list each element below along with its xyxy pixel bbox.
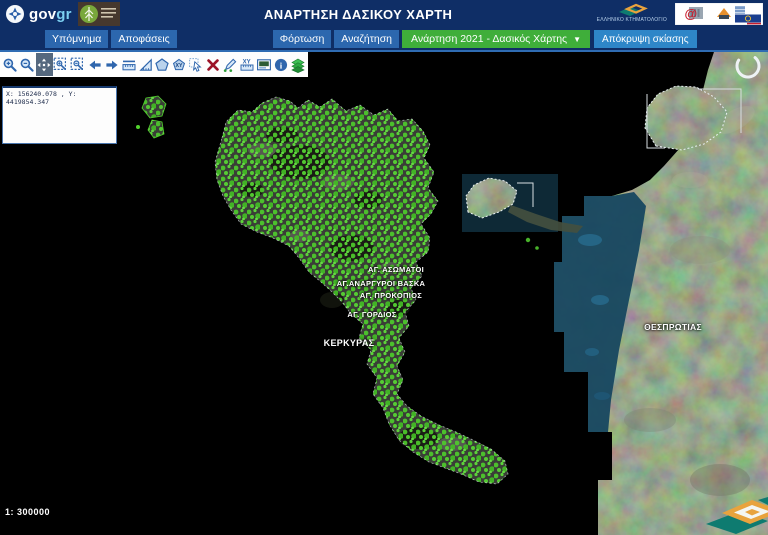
coordinate-readout: X: 156240.078 , Y: 4419854.347 <box>6 90 76 106</box>
zoom-window-out-icon <box>70 57 86 73</box>
zoom-window-in-button[interactable] <box>53 53 70 76</box>
layers-icon <box>290 57 306 73</box>
menu-search[interactable]: Αναζήτηση <box>334 30 399 48</box>
map-area: XY XY i X: 156240.078 , Y: 4419854.347 ΑΓ.… <box>0 52 768 535</box>
draw-polygon-xy-button[interactable]: XY <box>171 53 188 76</box>
measure-area-icon <box>138 57 154 73</box>
cadastre-diamond-icon <box>615 3 649 17</box>
select-features-icon <box>188 57 204 73</box>
draw-vertices-button[interactable] <box>222 53 239 76</box>
pan-button[interactable] <box>36 53 53 76</box>
draw-polygon-button[interactable] <box>154 53 171 76</box>
draw-polygon-xy-icon: XY <box>171 57 187 73</box>
next-extent-icon <box>104 57 120 73</box>
scale-readout: 1: 300000 <box>5 507 50 517</box>
place-label: ΑΓ. ΑΣΩΜΑΤΟΙ <box>368 265 424 274</box>
draw-vertices-icon <box>222 57 238 73</box>
zoom-window-in-icon <box>53 57 69 73</box>
zoom-window-out-button[interactable] <box>70 53 87 76</box>
menu-upload[interactable]: Φόρτωση <box>273 30 332 48</box>
delete-selection-button[interactable] <box>205 53 222 76</box>
svg-text:@: @ <box>685 6 698 21</box>
layer-dropdown-label: Ανάρτηση 2021 - Δασικός Χάρτης <box>411 33 567 45</box>
place-label: ΘΕΣΠΡΩΤΙΑΣ <box>644 322 702 332</box>
greek-emblem-icon <box>5 4 25 24</box>
svg-text:XY: XY <box>242 59 250 65</box>
page-title: ΑΝΑΡΤΗΣΗ ΔΑΣΙΚΟΥ ΧΑΡΤΗ <box>126 7 591 22</box>
previous-extent-icon <box>87 57 103 73</box>
print-map-icon <box>256 57 272 73</box>
hide-shading-button[interactable]: Απόκρυψη σκίασης <box>594 30 696 48</box>
forest-map-app: govgr ΑΝΑΡΤΗΣΗ ΔΑΣΙΚΟΥ ΧΑΡΤΗ ΕΛΛΗΝΙΚΟ ΚΤ… <box>0 0 768 535</box>
identify-info-button[interactable]: i <box>272 53 289 76</box>
place-label: ΑΓ. ΓΟΡΔΙΟΣ <box>347 310 396 319</box>
header-right-logos: ΕΛΛΗΝΙΚΟ ΚΤΗΜΑΤΟΛΟΓΙΟ @ <box>597 3 763 25</box>
menu-legend[interactable]: Υπόμνημα <box>45 30 108 48</box>
measure-area-button[interactable] <box>137 53 154 76</box>
brand-text: govgr <box>29 6 72 23</box>
print-map-button[interactable] <box>255 53 272 76</box>
cadastre-logo: ΕΛΛΗΝΙΚΟ ΚΤΗΜΑΤΟΛΟΓΙΟ <box>597 3 667 23</box>
delete-selection-icon <box>205 57 221 73</box>
ministry-logo <box>78 2 120 26</box>
menu-group-right: Ανάρτηση 2021 - Δασικός Χάρτης ▼ Απόκρυψ… <box>402 30 696 48</box>
identify-info-icon: i <box>273 57 289 73</box>
place-label: ΑΓ.ΑΝΑΡΓΥΡΟΙ ΒΑΣΚΑ <box>337 279 426 288</box>
coordinate-box: X: 156240.078 , Y: 4419854.347 <box>2 86 117 144</box>
zoom-in-button[interactable] <box>2 53 19 76</box>
menu-decisions[interactable]: Αποφάσεις <box>111 30 176 48</box>
place-label: ΑΓ. ΠΡΟΚΟΠΙΟΣ <box>360 291 422 300</box>
menu-bar: ΥπόμνημαΑποφάσεις ΦόρτωσηΑναζήτηση Ανάρτ… <box>0 28 768 52</box>
coordinates-xy-button[interactable]: XY <box>238 53 255 76</box>
coordinates-xy-icon: XY <box>239 57 255 73</box>
app-header: govgr ΑΝΑΡΤΗΣΗ ΔΑΣΙΚΟΥ ΧΑΡΤΗ ΕΛΛΗΝΙΚΟ ΚΤ… <box>0 0 768 28</box>
measure-distance-button[interactable] <box>120 53 137 76</box>
chevron-down-icon: ▼ <box>573 35 581 44</box>
select-features-button[interactable] <box>188 53 205 76</box>
previous-extent-button[interactable] <box>86 53 103 76</box>
zoom-out-icon <box>19 57 35 73</box>
map-toolbar: XY XY i <box>0 52 308 77</box>
measure-distance-icon <box>121 57 137 73</box>
cadastre-caption: ΕΛΛΗΝΙΚΟ ΚΤΗΜΑΤΟΛΟΓΙΟ <box>597 18 667 23</box>
svg-text:XY: XY <box>176 63 183 69</box>
funding-logos: @ <box>675 3 763 25</box>
zoom-in-icon <box>2 57 18 73</box>
menu-group-center: ΦόρτωσηΑναζήτηση <box>273 30 402 48</box>
govgr-logo[interactable]: govgr <box>5 4 72 24</box>
draw-polygon-icon <box>154 57 170 73</box>
layer-dropdown-button[interactable]: Ανάρτηση 2021 - Δασικός Χάρτης ▼ <box>402 30 590 48</box>
place-label: ΚΕΡΚΥΡΑΣ <box>324 338 375 348</box>
pan-icon <box>36 57 52 73</box>
zoom-out-button[interactable] <box>19 53 36 76</box>
next-extent-button[interactable] <box>103 53 120 76</box>
layers-button[interactable] <box>289 53 306 76</box>
menu-group-left: ΥπόμνημαΑποφάσεις <box>45 30 180 48</box>
